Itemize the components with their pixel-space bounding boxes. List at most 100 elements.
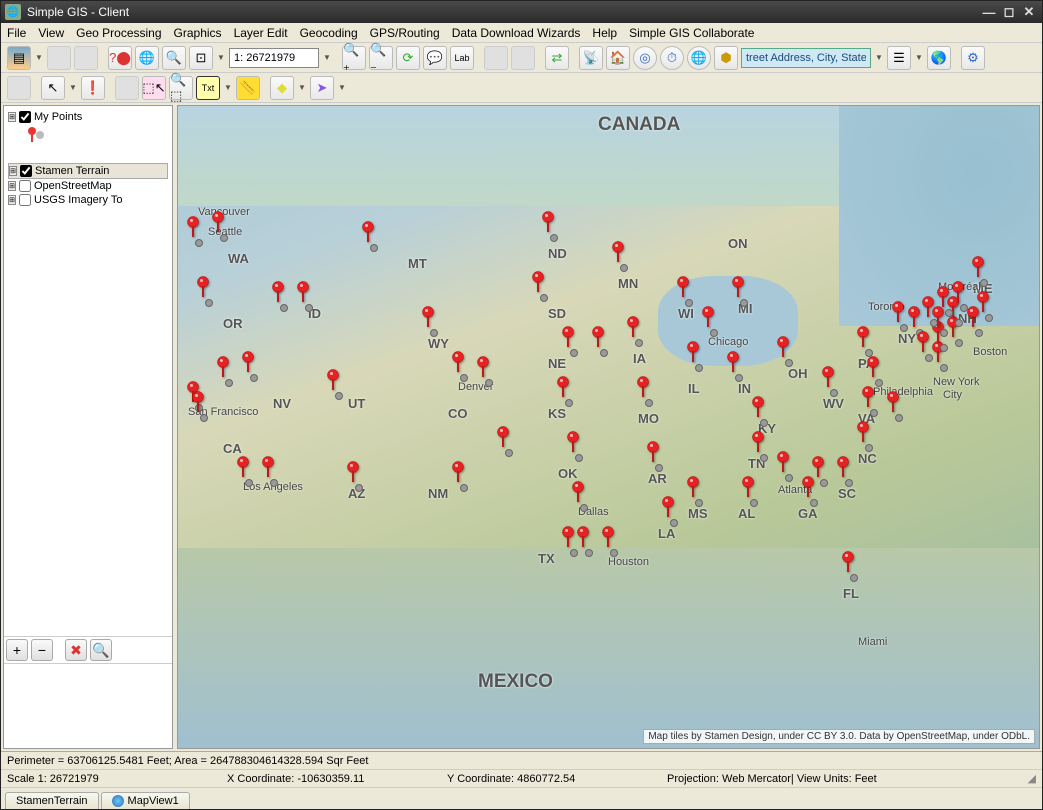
map-pin-icon[interactable] <box>891 301 905 326</box>
map-pin-icon[interactable] <box>836 456 850 481</box>
map-pin-icon[interactable] <box>261 456 275 481</box>
add-layer-button[interactable]: + <box>6 639 28 661</box>
ruler-icon[interactable]: 📏 <box>236 76 260 100</box>
diamond-icon[interactable]: ◆ <box>270 76 294 100</box>
map-pin-icon[interactable] <box>866 356 880 381</box>
map-pin-icon[interactable] <box>361 221 375 246</box>
zoom-icon[interactable]: 🔍 <box>162 46 186 70</box>
menu-geoprocessing[interactable]: Geo Processing <box>76 26 161 40</box>
resize-grip-icon[interactable]: ◢ <box>1028 772 1036 785</box>
layer-row-mypoints[interactable]: ⊞ My Points <box>8 110 168 124</box>
sync-icon[interactable]: ⇄ <box>545 46 569 70</box>
map-pin-icon[interactable] <box>936 286 950 311</box>
map-pin-icon[interactable] <box>646 441 660 466</box>
address-input[interactable] <box>741 48 871 68</box>
map-pin-icon[interactable] <box>626 316 640 341</box>
map-pin-icon[interactable] <box>661 496 675 521</box>
map-pin-icon[interactable] <box>776 336 790 361</box>
map-pin-icon[interactable] <box>811 456 825 481</box>
layer-checkbox[interactable] <box>19 180 31 192</box>
home-icon[interactable]: 🏠 <box>606 46 630 70</box>
layer-checkbox[interactable] <box>19 111 31 123</box>
map-pin-icon[interactable] <box>346 461 360 486</box>
map-pin-icon[interactable] <box>686 341 700 366</box>
cursor-icon[interactable]: ↖ <box>41 76 65 100</box>
help-icon[interactable]: ?⬤ <box>108 46 132 70</box>
layer-checkbox[interactable] <box>19 194 31 206</box>
alert-icon[interactable]: ❗ <box>81 76 105 100</box>
map-pin-icon[interactable] <box>326 369 340 394</box>
map-pin-icon[interactable] <box>556 376 570 401</box>
drag-handle-icon[interactable]: ⊞ <box>9 166 17 176</box>
zoomin-icon[interactable]: 🔍₊ <box>342 46 366 70</box>
layer-row-osm[interactable]: ⊞ OpenStreetMap <box>8 179 168 193</box>
map-pin-icon[interactable] <box>566 431 580 456</box>
map-pin-icon[interactable] <box>976 291 990 316</box>
map-pin-icon[interactable] <box>676 276 690 301</box>
map-pin-icon[interactable] <box>841 551 855 576</box>
dropdown-icon[interactable]: ▼ <box>34 53 44 62</box>
map-pin-icon[interactable] <box>236 456 250 481</box>
blank-button-1[interactable] <box>47 46 71 70</box>
zoom-layer-button[interactable]: 🔍 <box>90 639 112 661</box>
map-pin-icon[interactable] <box>776 451 790 476</box>
map-pin-icon[interactable] <box>196 276 210 301</box>
map-pin-icon[interactable] <box>216 356 230 381</box>
map-pin-icon[interactable] <box>421 306 435 331</box>
map-pin-icon[interactable] <box>731 276 745 301</box>
dropdown-icon[interactable]: ▼ <box>337 83 347 92</box>
blank-button-5[interactable] <box>7 76 31 100</box>
tab-mapview1[interactable]: MapView1 <box>101 792 190 809</box>
refresh-icon[interactable]: ⟳ <box>396 46 420 70</box>
compass-icon[interactable]: ⏱ <box>660 46 684 70</box>
menu-datadownload[interactable]: Data Download Wizards <box>452 26 581 40</box>
map-pin-icon[interactable] <box>821 366 835 391</box>
map-pin-icon[interactable] <box>856 421 870 446</box>
map-pin-icon[interactable] <box>701 306 715 331</box>
blank-button-3[interactable] <box>484 46 508 70</box>
minimize-button[interactable]: — <box>980 4 998 20</box>
menu-gpsrouting[interactable]: GPS/Routing <box>370 26 440 40</box>
dropdown-icon[interactable]: ▼ <box>914 53 924 62</box>
menu-file[interactable]: File <box>7 26 26 40</box>
map-pin-icon[interactable] <box>751 396 765 421</box>
map-pin-icon[interactable] <box>241 351 255 376</box>
searchbox-icon[interactable]: 🔍⬚ <box>169 76 193 100</box>
globe-icon[interactable]: 🌐 <box>135 46 159 70</box>
layer-checkbox[interactable] <box>20 165 32 177</box>
world-icon[interactable]: 🌎 <box>927 46 951 70</box>
callout-icon[interactable]: 💬 <box>423 46 447 70</box>
zoomout-icon[interactable]: 🔍₋ <box>369 46 393 70</box>
map-pin-icon[interactable] <box>496 426 510 451</box>
drag-handle-icon[interactable]: ⊞ <box>8 112 16 122</box>
layer-row-usgs[interactable]: ⊞ USGS Imagery To <box>8 193 168 207</box>
map-pin-icon[interactable] <box>611 241 625 266</box>
map-pin-icon[interactable] <box>271 281 285 306</box>
map-pin-icon[interactable] <box>476 356 490 381</box>
map-pin-icon[interactable] <box>601 526 615 551</box>
menu-collaborate[interactable]: Simple GIS Collaborate <box>629 26 754 40</box>
dropdown-icon[interactable]: ▼ <box>297 83 307 92</box>
map-pin-icon[interactable] <box>971 256 985 281</box>
drag-handle-icon[interactable]: ⊞ <box>8 195 16 205</box>
map-pin-icon[interactable] <box>591 326 605 351</box>
map-pin-icon[interactable] <box>451 351 465 376</box>
list-icon[interactable]: ☰ <box>887 46 911 70</box>
map-canvas[interactable]: Map tiles by Stamen Design, under CC BY … <box>177 105 1040 749</box>
menu-geocoding[interactable]: Geocoding <box>300 26 358 40</box>
zoomfit-icon[interactable]: ⊡ <box>189 46 213 70</box>
config-icon[interactable]: ⚙ <box>961 46 985 70</box>
map-pin-icon[interactable] <box>856 326 870 351</box>
map-pin-icon[interactable] <box>907 306 921 331</box>
map-pin-icon[interactable] <box>296 281 310 306</box>
map-pin-icon[interactable] <box>531 271 545 296</box>
map-pin-icon[interactable] <box>541 211 555 236</box>
map-pin-icon[interactable] <box>576 526 590 551</box>
map-pin-icon[interactable] <box>636 376 650 401</box>
map-pin-icon[interactable] <box>451 461 465 486</box>
menu-view[interactable]: View <box>38 26 64 40</box>
dropdown-icon[interactable]: ▼ <box>874 53 884 62</box>
select-icon[interactable]: ⬚↖ <box>142 76 166 100</box>
dropdown-icon[interactable]: ▼ <box>322 53 332 62</box>
pointer-icon[interactable]: ➤ <box>310 76 334 100</box>
